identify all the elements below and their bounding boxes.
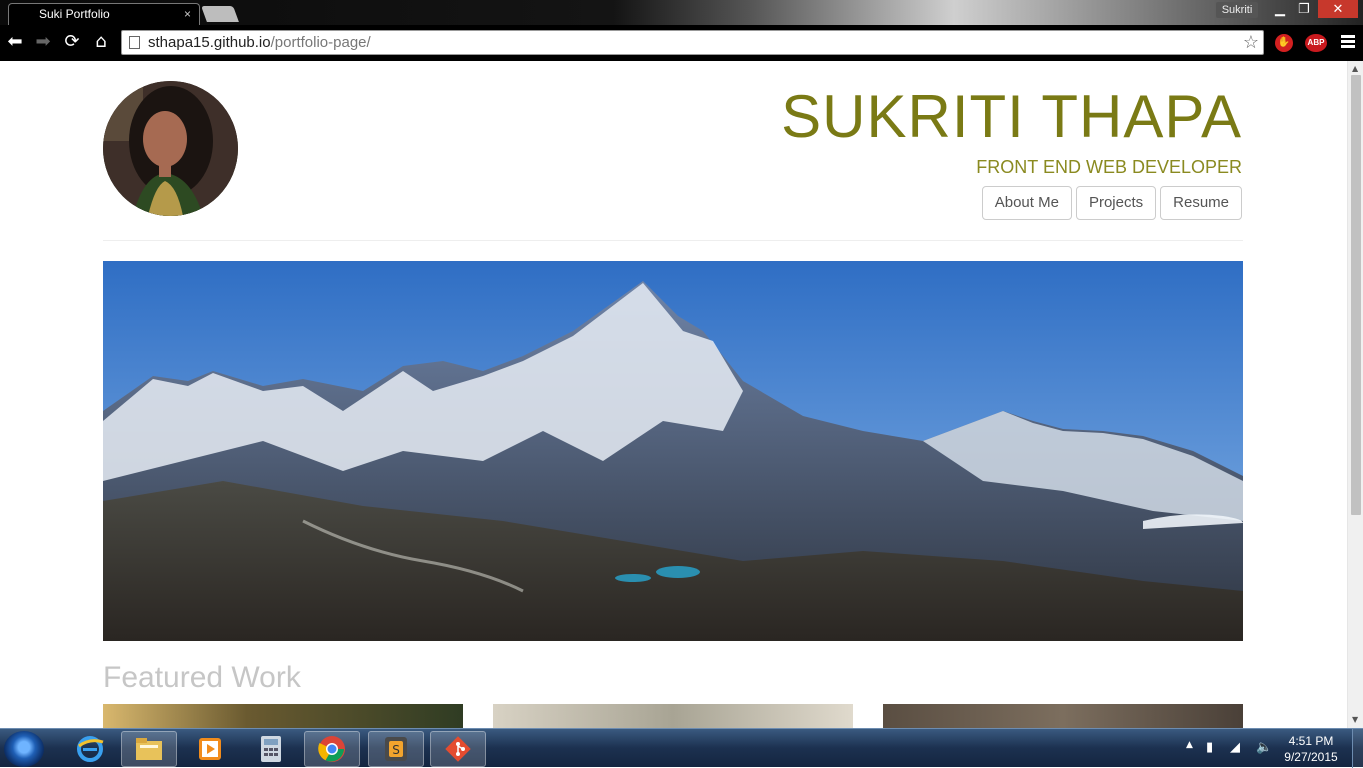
project-card[interactable] bbox=[103, 704, 463, 728]
browser-titlebar: Suki Portfolio × Sukriti ▁ ❐ ✕ bbox=[0, 0, 1363, 25]
new-tab-button[interactable] bbox=[201, 6, 239, 22]
media-player-icon[interactable] bbox=[182, 731, 238, 767]
close-window-button[interactable]: ✕ bbox=[1318, 0, 1358, 18]
forward-icon[interactable]: ➡ bbox=[32, 31, 54, 53]
hero-mountain-image bbox=[103, 261, 1243, 641]
page-scrollbar[interactable]: ▲ ▼ bbox=[1347, 61, 1363, 728]
show-hidden-icons-icon[interactable]: ▲ bbox=[1186, 740, 1193, 750]
stop-extension-icon[interactable]: ✋ bbox=[1275, 34, 1293, 52]
scroll-up-icon[interactable]: ▲ bbox=[1352, 64, 1358, 73]
chrome-icon[interactable] bbox=[304, 731, 360, 767]
header-divider bbox=[103, 240, 1243, 241]
page-icon bbox=[129, 36, 140, 49]
url-path: /portfolio-page/ bbox=[270, 34, 371, 51]
restore-button[interactable]: ❐ bbox=[1293, 0, 1315, 18]
clock-time: 4:51 PM bbox=[1288, 734, 1334, 748]
main-nav: About Me Projects Resume bbox=[981, 186, 1242, 220]
windows-taskbar: S ▲ ▮ ◢ 🔈 4:51 PM 9/27/2015 bbox=[0, 728, 1363, 768]
clock-date: 9/27/2015 bbox=[1284, 750, 1338, 764]
scrollbar-thumb[interactable] bbox=[1351, 75, 1361, 515]
sublime-text-icon[interactable]: S bbox=[368, 731, 424, 767]
site-title: SUKRITI THAPA bbox=[781, 83, 1242, 150]
address-bar[interactable]: sthapa15.github.io/portfolio-page/ ☆ bbox=[121, 30, 1264, 55]
back-icon[interactable]: ⬅ bbox=[4, 31, 26, 53]
home-icon[interactable]: ⌂ bbox=[90, 31, 112, 53]
project-card[interactable] bbox=[493, 704, 853, 728]
volume-icon[interactable]: 🔈 bbox=[1256, 740, 1272, 755]
internet-explorer-icon[interactable] bbox=[62, 731, 118, 767]
power-icon[interactable]: ▮ bbox=[1206, 740, 1213, 755]
chrome-menu-icon[interactable] bbox=[1341, 35, 1355, 49]
project-card[interactable] bbox=[883, 704, 1243, 728]
git-icon[interactable] bbox=[430, 731, 486, 767]
page-viewport: SUKRITI THAPA FRONT END WEB DEVELOPER Ab… bbox=[0, 61, 1347, 728]
system-clock[interactable]: 4:51 PM 9/27/2015 bbox=[1280, 733, 1342, 765]
url-host: sthapa15.github.io bbox=[148, 34, 271, 51]
minimize-button[interactable]: ▁ bbox=[1270, 0, 1290, 18]
tab-title: Suki Portfolio bbox=[39, 7, 110, 21]
browser-toolbar: ⬅ ➡ ⟳ ⌂ sthapa15.github.io/portfolio-pag… bbox=[0, 25, 1363, 61]
scroll-down-icon[interactable]: ▼ bbox=[1352, 715, 1358, 724]
network-icon[interactable]: ◢ bbox=[1230, 740, 1240, 755]
nav-about-me-button[interactable]: About Me bbox=[981, 186, 1072, 220]
start-button[interactable] bbox=[4, 731, 44, 767]
adblock-extension-icon[interactable]: ABP bbox=[1305, 34, 1327, 52]
nav-projects-button[interactable]: Projects bbox=[1075, 186, 1157, 220]
reload-icon[interactable]: ⟳ bbox=[61, 31, 83, 53]
bookmark-star-icon[interactable]: ☆ bbox=[1243, 31, 1259, 54]
profile-avatar bbox=[103, 81, 238, 216]
show-desktop-button[interactable] bbox=[1352, 729, 1363, 768]
browser-tab[interactable]: Suki Portfolio × bbox=[8, 3, 200, 25]
featured-work-heading: Featured Work bbox=[103, 661, 301, 694]
svg-text:S: S bbox=[392, 743, 400, 757]
nav-resume-button[interactable]: Resume bbox=[1160, 186, 1242, 220]
file-explorer-icon[interactable] bbox=[121, 731, 177, 767]
calculator-icon[interactable] bbox=[243, 731, 299, 767]
site-subtitle: FRONT END WEB DEVELOPER bbox=[976, 157, 1242, 177]
profile-button[interactable]: Sukriti bbox=[1216, 2, 1258, 18]
tab-close-icon[interactable]: × bbox=[184, 7, 191, 21]
